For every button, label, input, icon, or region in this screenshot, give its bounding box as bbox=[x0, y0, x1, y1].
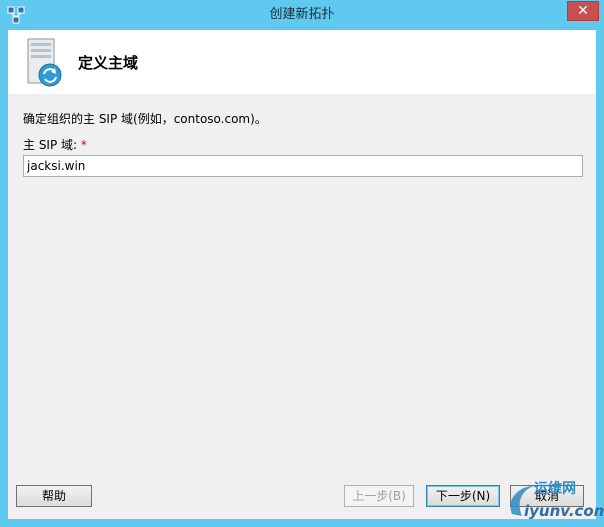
title-bar[interactable]: 创建新拓扑 ✕ bbox=[0, 0, 604, 30]
window-title: 创建新拓扑 bbox=[269, 7, 335, 22]
dialog-window: 创建新拓扑 ✕ 定义主域 确定组织的主 SIP 域(例如，contoso.com… bbox=[0, 0, 604, 527]
sip-domain-input[interactable] bbox=[23, 155, 583, 177]
help-button[interactable]: 帮助 bbox=[16, 485, 92, 507]
previous-button[interactable]: 上一步(B) bbox=[344, 485, 414, 507]
description-text: 确定组织的主 SIP 域(例如，contoso.com)。 bbox=[23, 112, 267, 126]
watermark-main-text: 运维网 bbox=[534, 481, 576, 497]
watermark-logo: 运维网 iyunv.com bbox=[504, 480, 604, 527]
next-button[interactable]: 下一步(N) bbox=[426, 485, 500, 507]
required-mark: * bbox=[80, 138, 87, 152]
server-sync-icon bbox=[27, 38, 62, 87]
watermark-sub-text: iyunv.com bbox=[524, 502, 604, 520]
wizard-header: 定义主域 bbox=[8, 30, 596, 94]
page-title: 定义主域 bbox=[78, 54, 139, 72]
dialog-body: 定义主域 确定组织的主 SIP 域(例如，contoso.com)。 主 SIP… bbox=[8, 30, 596, 519]
sip-domain-label-text: 主 SIP 域: bbox=[23, 138, 78, 152]
close-button[interactable]: ✕ bbox=[567, 1, 599, 21]
sip-domain-label: 主 SIP 域: * bbox=[23, 136, 87, 153]
